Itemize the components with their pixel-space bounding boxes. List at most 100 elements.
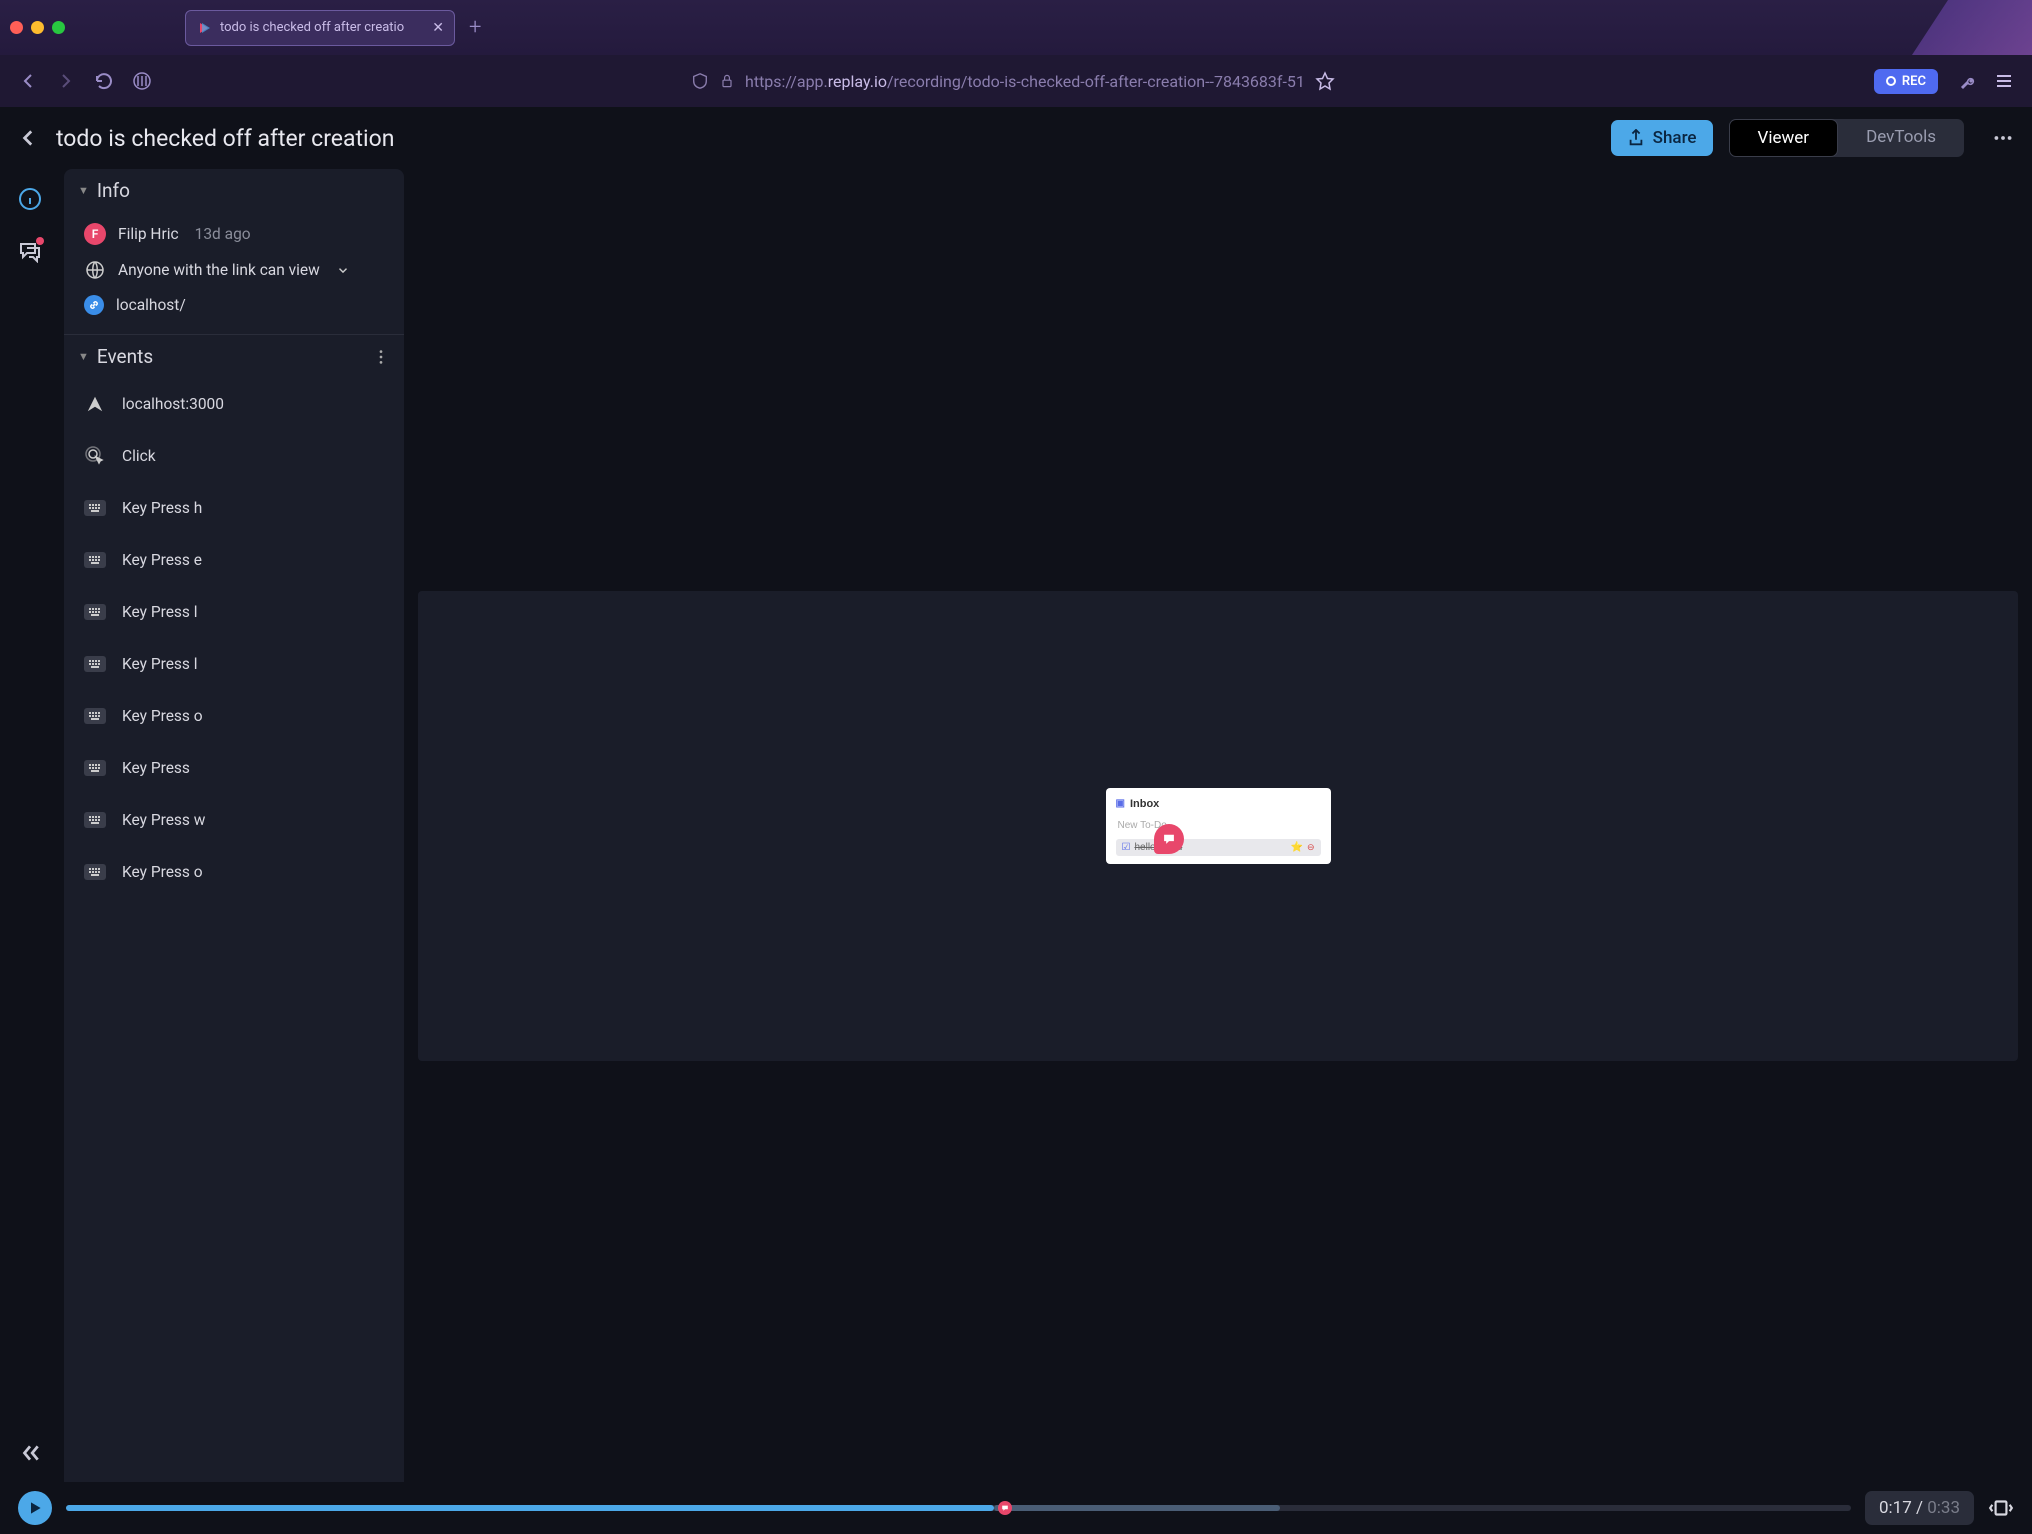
- minimize-window-button[interactable]: [31, 21, 44, 34]
- timeline-progress: [66, 1505, 994, 1511]
- event-label: Key Press e: [122, 551, 202, 569]
- collapse-rail-button[interactable]: [19, 1442, 41, 1464]
- preview-heading-text: Inbox: [1130, 798, 1159, 810]
- event-row[interactable]: Click: [64, 430, 404, 482]
- preview-todo-item: ☑ hello world ⭐ ⊖: [1116, 839, 1321, 856]
- event-label: Key Press l: [122, 655, 198, 673]
- view-toggle: Viewer DevTools: [1729, 119, 1964, 157]
- info-section-header[interactable]: ▼ Info: [64, 169, 404, 212]
- close-window-button[interactable]: [10, 21, 23, 34]
- event-row[interactable]: Key Press l: [64, 586, 404, 638]
- events-menu-icon[interactable]: [372, 348, 390, 366]
- event-type-icon: [84, 445, 106, 467]
- chrome-decoration: [1912, 0, 2032, 55]
- recording-title: todo is checked off after creation: [56, 125, 1595, 152]
- events-section-label: Events: [97, 345, 153, 368]
- recording-url: localhost/: [116, 296, 186, 314]
- maximize-window-button[interactable]: [52, 21, 65, 34]
- chevron-down-icon: ▼: [78, 350, 89, 363]
- inbox-icon: ▣: [1116, 798, 1125, 809]
- event-type-icon: [84, 757, 106, 779]
- star-icon: ⭐: [1291, 842, 1303, 853]
- event-label: Key Press o: [122, 707, 203, 725]
- new-tab-button[interactable]: +: [469, 15, 481, 40]
- viewer-tab[interactable]: Viewer: [1729, 119, 1839, 157]
- event-label: Key Press w: [122, 811, 205, 829]
- event-type-icon: [84, 809, 106, 831]
- focus-mode-button[interactable]: [1988, 1495, 2014, 1521]
- replay-favicon-icon: [196, 20, 212, 36]
- event-row[interactable]: Key Press w: [64, 794, 404, 846]
- forward-icon[interactable]: [56, 71, 76, 91]
- event-row[interactable]: Key Press e: [64, 534, 404, 586]
- share-label: Share: [1653, 128, 1697, 148]
- record-button[interactable]: REC: [1874, 69, 1938, 94]
- event-row[interactable]: localhost:3000: [64, 378, 404, 430]
- url-domain: replay.io: [828, 72, 887, 91]
- total-time: 0:33: [1927, 1498, 1960, 1518]
- lock-icon[interactable]: [719, 73, 735, 89]
- chevron-down-icon: [336, 263, 350, 277]
- events-section-header[interactable]: ▼ Events: [64, 335, 404, 378]
- back-icon[interactable]: [18, 71, 38, 91]
- chevron-down-icon: ▼: [78, 184, 89, 197]
- event-row[interactable]: Key Press h: [64, 482, 404, 534]
- menu-icon[interactable]: [1994, 71, 2014, 91]
- url-row[interactable]: localhost/: [64, 288, 404, 322]
- timeline-buffer: [994, 1505, 1280, 1511]
- app-root: todo is checked off after creation Share…: [0, 107, 2032, 1534]
- close-tab-icon[interactable]: ✕: [432, 20, 444, 36]
- time-display: 0:17 / 0:33: [1865, 1491, 1974, 1525]
- event-type-icon: [84, 653, 106, 675]
- shield-icon[interactable]: [691, 72, 709, 90]
- share-button[interactable]: Share: [1611, 120, 1713, 156]
- more-menu-button[interactable]: [1992, 127, 2014, 149]
- app-body: ▼ Info F Filip Hric 13d ago Anyone with …: [0, 169, 2032, 1482]
- info-rail-icon[interactable]: [18, 187, 42, 211]
- url-prefix: https://app.: [745, 72, 828, 91]
- bookmark-star-icon[interactable]: [1315, 71, 1335, 91]
- event-type-icon: [84, 497, 106, 519]
- sidebar-panel: ▼ Info F Filip Hric 13d ago Anyone with …: [64, 169, 404, 1482]
- browser-tab-bar: todo is checked off after creatio ✕ +: [0, 0, 2032, 55]
- left-rail: [0, 169, 60, 1482]
- event-label: Key Press l: [122, 603, 198, 621]
- record-indicator-icon: [1886, 76, 1896, 86]
- play-button[interactable]: [18, 1491, 52, 1525]
- app-back-button[interactable]: [18, 127, 40, 149]
- visibility-row[interactable]: Anyone with the link can view: [64, 252, 404, 288]
- delete-icon: ⊖: [1307, 842, 1315, 853]
- event-row[interactable]: Key Press o: [64, 846, 404, 898]
- visibility-text: Anyone with the link can view: [118, 261, 320, 279]
- sidebar-toggle-icon[interactable]: [132, 71, 152, 91]
- player-bar: 0:17 / 0:33: [0, 1482, 2032, 1534]
- comments-rail-icon[interactable]: [18, 239, 42, 263]
- viewer-area: ▣ Inbox New To-Do ☑ hello world ⭐ ⊖: [404, 169, 2032, 1482]
- event-label: Key Press: [122, 759, 190, 777]
- event-label: Key Press h: [122, 499, 202, 517]
- author-name: Filip Hric: [118, 225, 179, 243]
- devtools-tab[interactable]: DevTools: [1838, 119, 1964, 157]
- wrench-icon[interactable]: [1956, 71, 1976, 91]
- event-row[interactable]: Key Press l: [64, 638, 404, 690]
- info-body: F Filip Hric 13d ago Anyone with the lin…: [64, 212, 404, 334]
- timeline-comment-marker[interactable]: [998, 1501, 1012, 1515]
- url-bar[interactable]: https://app.replay.io/recording/todo-is-…: [170, 63, 1856, 99]
- comment-marker-icon[interactable]: [1154, 824, 1184, 854]
- preview-input-placeholder: New To-Do: [1116, 820, 1321, 831]
- reload-icon[interactable]: [94, 71, 114, 91]
- browser-tab[interactable]: todo is checked off after creatio ✕: [185, 10, 455, 46]
- events-list: localhost:3000 Click Key Press h Key Press …: [64, 378, 404, 1482]
- url-path: /recording/todo-is-checked-off-after-cre…: [887, 72, 1305, 91]
- app-header: todo is checked off after creation Share…: [0, 107, 2032, 169]
- window-controls: [10, 21, 65, 34]
- event-row[interactable]: Key Press o: [64, 690, 404, 742]
- info-section-label: Info: [97, 179, 130, 202]
- time-ago: 13d ago: [195, 225, 251, 243]
- event-label: Click: [122, 447, 156, 465]
- event-type-icon: [84, 601, 106, 623]
- timeline-track[interactable]: [66, 1505, 1851, 1511]
- event-row[interactable]: Key Press: [64, 742, 404, 794]
- url-text: https://app.replay.io/recording/todo-is-…: [745, 72, 1305, 91]
- event-label: Key Press o: [122, 863, 203, 881]
